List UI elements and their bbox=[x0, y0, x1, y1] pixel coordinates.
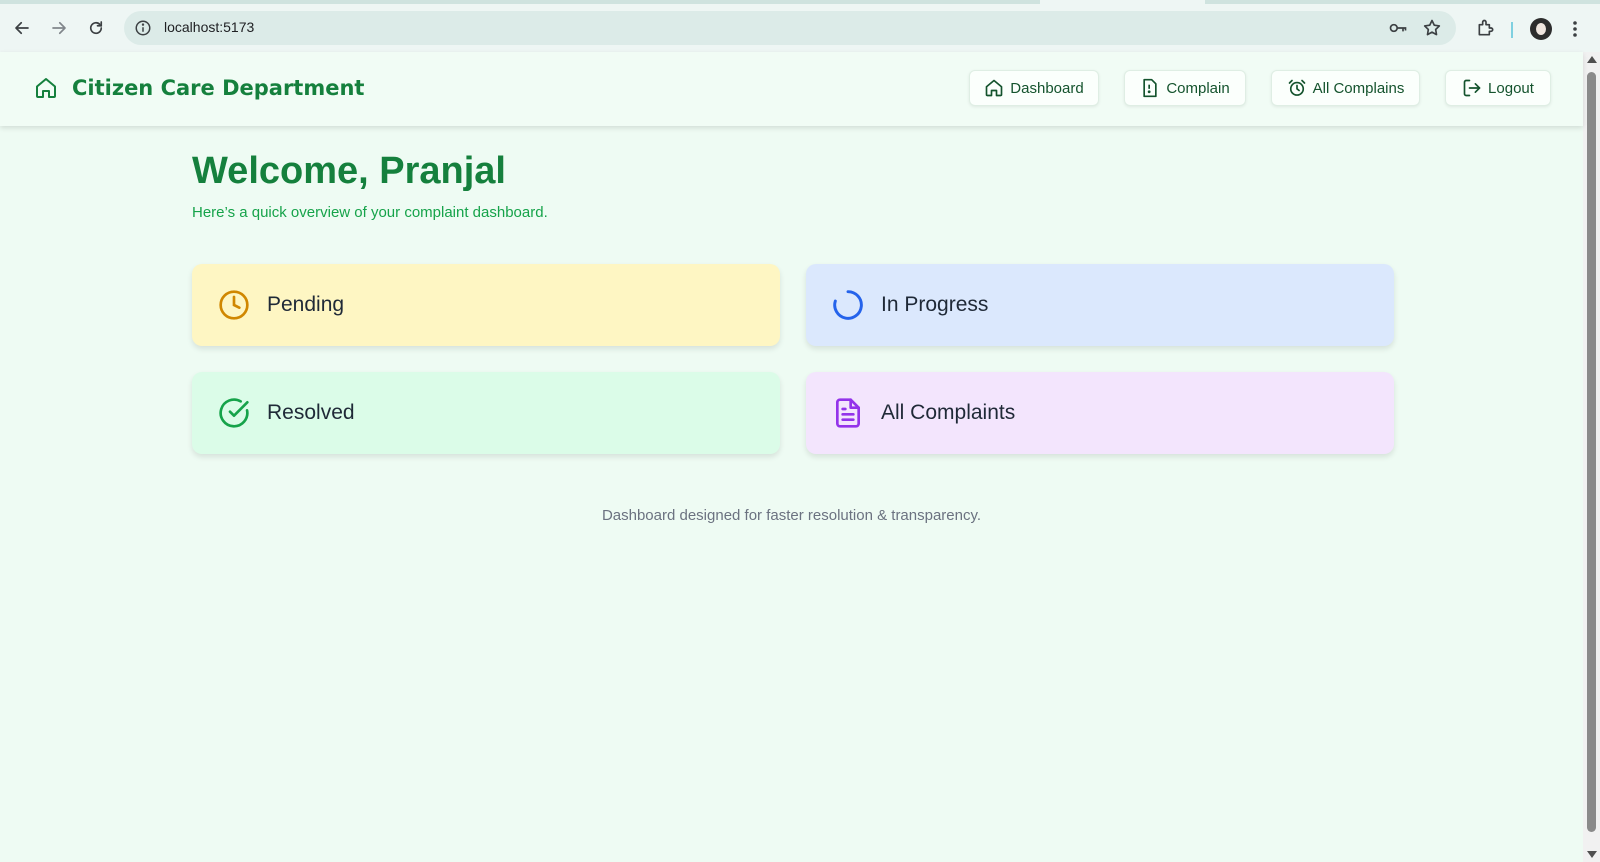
in-progress-card[interactable]: In Progress bbox=[806, 264, 1394, 346]
logout-button[interactable]: Logout bbox=[1445, 70, 1551, 106]
alarm-clock-icon bbox=[1288, 79, 1305, 96]
all-complaints-card-label: All Complaints bbox=[881, 401, 1016, 424]
back-arrow-icon[interactable] bbox=[8, 14, 36, 42]
profile-avatar[interactable] bbox=[1530, 18, 1552, 40]
brand[interactable]: Citizen Care Department bbox=[34, 76, 364, 100]
welcome-subtitle: Here’s a quick overview of your complain… bbox=[192, 204, 548, 221]
all-complains-nav-button[interactable]: All Complains bbox=[1271, 70, 1420, 106]
footer-text: Dashboard designed for faster resolution… bbox=[601, 507, 982, 524]
clock-icon bbox=[219, 290, 249, 320]
extensions-icon[interactable] bbox=[1476, 18, 1496, 38]
app-header: Citizen Care Department Dashboard Compla… bbox=[0, 52, 1583, 126]
logout-label: Logout bbox=[1488, 79, 1534, 97]
pending-card-label: Pending bbox=[267, 293, 345, 316]
logout-icon bbox=[1463, 79, 1481, 97]
url-text[interactable]: localhost:5173 bbox=[164, 19, 254, 35]
forward-arrow-icon[interactable] bbox=[45, 14, 73, 42]
scroll-down-arrow-icon[interactable] bbox=[1587, 851, 1597, 858]
browser-toolbar: localhost:5173 bbox=[0, 4, 1600, 52]
bookmark-star-icon[interactable] bbox=[1422, 18, 1442, 38]
password-key-icon[interactable] bbox=[1388, 19, 1408, 37]
welcome-heading: Welcome, Pranjal bbox=[192, 150, 506, 192]
loader-icon bbox=[833, 290, 863, 320]
home-icon bbox=[36, 78, 56, 98]
file-text-icon bbox=[836, 398, 860, 428]
resolved-card-label: Resolved bbox=[267, 401, 355, 424]
complain-nav-label: Complain bbox=[1166, 79, 1230, 97]
home-icon bbox=[985, 79, 1003, 97]
more-menu-icon[interactable] bbox=[1572, 20, 1578, 38]
resolved-card[interactable]: Resolved bbox=[192, 372, 780, 454]
dashboard-nav-button[interactable]: Dashboard bbox=[969, 70, 1099, 106]
brand-title: Citizen Care Department bbox=[72, 76, 365, 100]
site-info-icon[interactable] bbox=[134, 19, 152, 37]
all-complains-nav-label: All Complains bbox=[1312, 79, 1405, 97]
complain-nav-button[interactable]: Complain bbox=[1124, 70, 1246, 106]
check-circle-icon bbox=[219, 398, 249, 428]
scroll-up-arrow-icon[interactable] bbox=[1587, 56, 1597, 63]
pending-card[interactable]: Pending bbox=[192, 264, 780, 346]
file-alert-icon bbox=[1143, 78, 1157, 98]
page-scrollbar[interactable] bbox=[1583, 52, 1600, 862]
all-complaints-card[interactable]: All Complaints bbox=[806, 372, 1394, 454]
address-bar[interactable]: localhost:5173 bbox=[124, 11, 1456, 45]
dashboard-nav-label: Dashboard bbox=[1010, 79, 1084, 97]
in-progress-card-label: In Progress bbox=[881, 293, 989, 316]
toolbar-separator bbox=[1511, 22, 1513, 38]
reload-icon[interactable] bbox=[82, 14, 110, 42]
scroll-thumb[interactable] bbox=[1587, 72, 1596, 832]
